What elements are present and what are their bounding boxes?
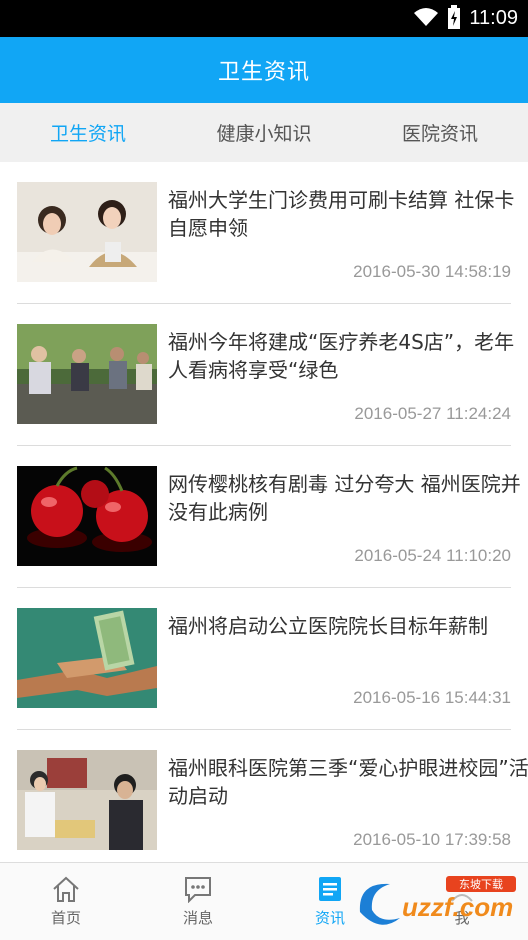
- news-headline: 福州大学生门诊费用可刷卡结算 社保卡自愿申领: [168, 188, 515, 240]
- news-thumbnail: [17, 466, 157, 566]
- app-bar: 卫生资讯: [0, 37, 528, 103]
- news-date: 2016-05-10 17:39:58: [353, 830, 511, 849]
- news-item[interactable]: 福州眼科医院第三季“爱心护眼进校园”活动启动 2016-05-10 17:39:…: [17, 730, 528, 862]
- battery-icon: [447, 4, 461, 33]
- news-headline: 福州今年将建成“医疗养老4S店”，老年人看病将享受“绿色: [168, 330, 515, 382]
- news-item[interactable]: 福州今年将建成“医疗养老4S店”，老年人看病将享受“绿色 2016-05-27 …: [17, 304, 514, 446]
- wifi-icon: [413, 7, 439, 31]
- category-tabs: 卫生资讯 健康小知识 医院资讯: [0, 103, 528, 162]
- message-icon: [183, 875, 213, 903]
- status-time: 11:09: [469, 7, 518, 29]
- svg-text:东坡下载: 东坡下载: [459, 878, 503, 891]
- nav-messages[interactable]: 消息: [132, 863, 264, 940]
- page-title: 卫生资讯: [217, 60, 310, 85]
- nav-home[interactable]: 首页: [0, 863, 132, 940]
- tab-health-news[interactable]: 卫生资讯: [0, 103, 176, 162]
- tab-health-tips[interactable]: 健康小知识: [176, 103, 352, 162]
- svg-text:uzzf.com: uzzf.com: [402, 892, 513, 922]
- status-bar: 11:09: [0, 0, 528, 37]
- nav-news-label: 资讯: [314, 909, 345, 927]
- news-list: 福州大学生门诊费用可刷卡结算 社保卡自愿申领 2016-05-30 14:58:…: [0, 162, 528, 862]
- news-thumbnail: [17, 750, 157, 850]
- watermark-logo: 东坡下载 uzzf.com: [350, 872, 525, 932]
- news-headline: 福州眼科医院第三季“爱心护眼进校园”活动启动: [168, 756, 528, 808]
- nav-messages-label: 消息: [182, 909, 213, 927]
- news-thumbnail: [17, 324, 157, 424]
- news-thumbnail: [17, 182, 157, 282]
- news-date: 2016-05-30 14:58:19: [353, 262, 511, 281]
- news-thumbnail: [17, 608, 157, 708]
- home-icon: [51, 875, 81, 903]
- nav-home-label: 首页: [50, 909, 81, 927]
- news-item[interactable]: 网传樱桃核有剧毒 过分夸大 福州医院并没有此病例 2016-05-24 11:1…: [17, 446, 521, 588]
- news-item[interactable]: 福州大学生门诊费用可刷卡结算 社保卡自愿申领 2016-05-30 14:58:…: [17, 162, 514, 304]
- news-headline: 福州将启动公立医院院长目标年薪制: [168, 614, 488, 638]
- tab-hospital-news[interactable]: 医院资讯: [352, 103, 528, 162]
- news-headline: 网传樱桃核有剧毒 过分夸大 福州医院并没有此病例: [168, 472, 521, 524]
- news-date: 2016-05-27 11:24:24: [354, 404, 511, 423]
- news-date: 2016-05-16 15:44:31: [353, 688, 511, 707]
- news-icon: [316, 875, 344, 903]
- news-item[interactable]: 福州将启动公立医院院长目标年薪制 2016-05-16 15:44:31: [17, 588, 511, 730]
- news-date: 2016-05-24 11:10:20: [354, 546, 511, 565]
